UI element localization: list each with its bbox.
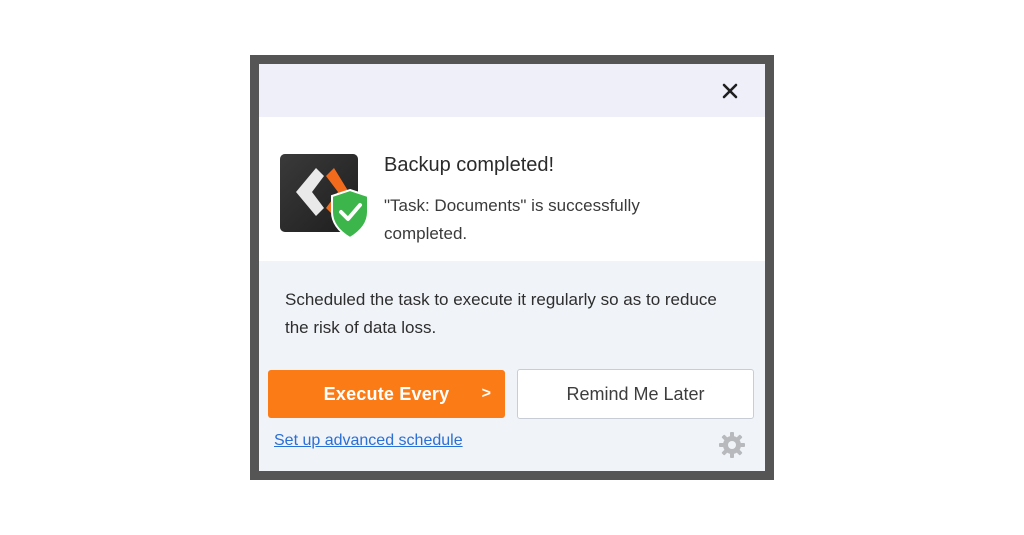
backup-app-icon xyxy=(280,154,372,240)
dialog-frame: Backup completed! "Task: Documents" is s… xyxy=(250,55,774,480)
backup-notification-dialog: Backup completed! "Task: Documents" is s… xyxy=(259,64,765,471)
close-icon[interactable] xyxy=(715,76,745,106)
dialog-titlebar xyxy=(259,64,765,117)
execute-every-label: Execute Every xyxy=(323,384,450,404)
dialog-title: Backup completed! xyxy=(384,154,555,176)
schedule-recommendation-text: Scheduled the task to execute it regular… xyxy=(285,290,717,337)
gear-icon[interactable] xyxy=(717,430,747,460)
chevron-right-icon: > xyxy=(481,385,491,402)
execute-every-button[interactable]: Execute Every > xyxy=(268,370,505,418)
advanced-schedule-link[interactable]: Set up advanced schedule xyxy=(274,432,463,450)
remind-me-later-button[interactable]: Remind Me Later xyxy=(517,369,754,419)
completion-message: "Task: Documents" is successfully comple… xyxy=(384,196,640,243)
completion-summary: Backup completed! "Task: Documents" is s… xyxy=(259,117,765,261)
